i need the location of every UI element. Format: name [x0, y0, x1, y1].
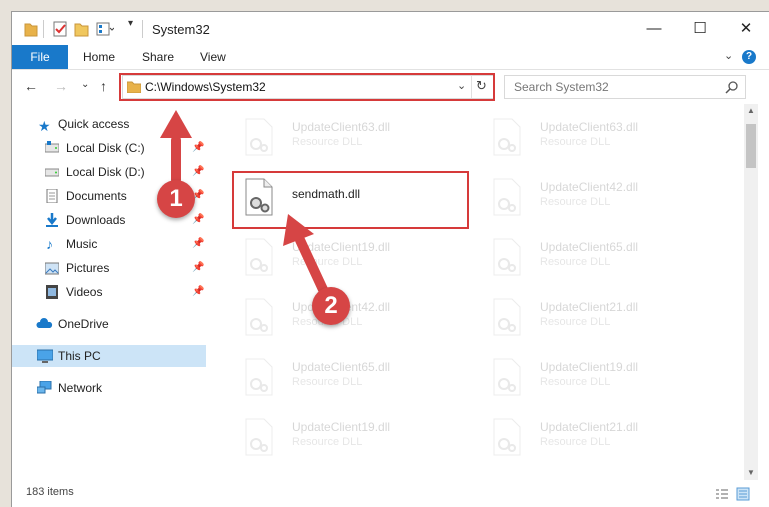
step-1-badge: 1 [157, 180, 195, 218]
step-2-badge: 2 [312, 287, 350, 325]
arrow-up-icon [160, 110, 192, 185]
arrow-to-file-icon [283, 214, 331, 301]
annotation-arrows [160, 110, 331, 301]
